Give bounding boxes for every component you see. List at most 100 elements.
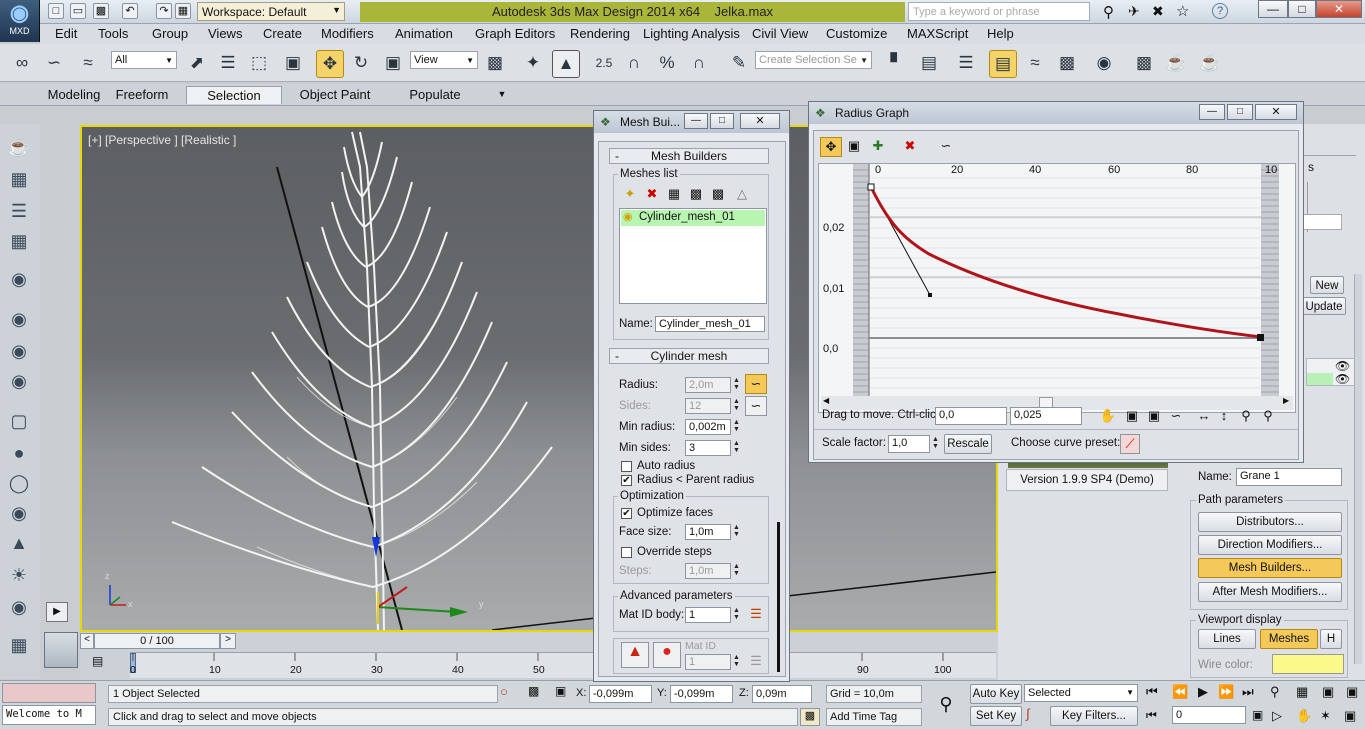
align-icon[interactable]: ▤	[915, 50, 943, 78]
cap-top-icon[interactable]: ▲	[621, 642, 649, 668]
go-to-start-icon[interactable]: ⏮	[1146, 684, 1158, 700]
spinner-snap-icon[interactable]: ∩	[685, 50, 713, 78]
min-sides-spinner[interactable]: ▲ ▼	[732, 440, 741, 456]
distributors-button[interactable]: Distributors...	[1198, 512, 1342, 532]
graph-scroll-right-icon[interactable]: ▶	[1283, 396, 1289, 405]
menu-lighting-analysis[interactable]: Lighting Analysis	[643, 26, 740, 41]
graph-area[interactable]: 0 20 40 60 80 10 0,02 0,01 0,0 ◀ ▶	[818, 163, 1296, 413]
select-and-rotate-icon[interactable]: ↻	[347, 50, 375, 78]
sound-icon[interactable]: ◉	[6, 338, 32, 364]
close-icon[interactable]: ✕	[1316, 0, 1362, 18]
menu-rendering[interactable]: Rendering	[570, 26, 630, 41]
min-radius-field[interactable]: 0,002m	[685, 419, 731, 435]
rendered-frame-window-icon[interactable]: ☕	[1162, 50, 1190, 78]
angle-snap-icon[interactable]: ∩	[620, 50, 648, 78]
redo-icon[interactable]: ↷	[156, 3, 172, 19]
key-icon[interactable]: ⚲	[928, 687, 964, 723]
point-x-field[interactable]: 0,0	[935, 407, 1007, 425]
menu-help[interactable]: Help	[987, 26, 1014, 41]
meshes-button[interactable]: Meshes	[1260, 629, 1318, 649]
zoom-horizontal-extents-icon[interactable]: ▣	[1144, 407, 1164, 425]
unlink-icon[interactable]: ∽	[40, 50, 68, 78]
wire-color-swatch[interactable]	[1272, 654, 1344, 674]
zoom-icon[interactable]: ⚲	[1270, 684, 1280, 700]
tab-selection[interactable]: Selection	[186, 86, 282, 104]
torus-icon[interactable]: ◯	[6, 470, 32, 496]
sphere-icon[interactable]: ●	[6, 440, 32, 466]
sides-field[interactable]: 12	[685, 398, 731, 414]
optimize-faces-checkbox[interactable]: ✔	[621, 508, 632, 519]
delete-mesh-icon[interactable]: ✖	[643, 185, 661, 203]
steps-field[interactable]: 1,0m	[685, 563, 731, 579]
zoom-extents-all-icon[interactable]: ▣	[1346, 684, 1358, 700]
dialog-minimize-icon[interactable]: —	[684, 113, 708, 129]
tab-s[interactable]: s	[1308, 160, 1314, 174]
radius-curve-svg[interactable]	[819, 164, 1295, 412]
zoom-all-icon[interactable]: ▦	[1296, 684, 1308, 700]
menu-customize[interactable]: Customize	[826, 26, 887, 41]
window-crossing-icon[interactable]: ▣	[279, 50, 307, 78]
keyboard-shortcut-override-icon[interactable]: ▲	[552, 50, 580, 78]
mat-id-list-icon[interactable]: ☰	[747, 652, 765, 670]
track-bar[interactable]: 0 10 20 30 40 50 60 70 80 90 100	[130, 652, 996, 678]
communication-icon[interactable]: ✈	[1128, 3, 1140, 20]
curve-start-point[interactable]	[867, 183, 875, 191]
viewport-thumbnail[interactable]	[44, 632, 78, 668]
material-editor-icon[interactable]: ◉	[1090, 50, 1118, 78]
key-mode-dropdown[interactable]: Selected ▼	[1024, 684, 1138, 702]
field-of-view-icon[interactable]: ▷	[1272, 708, 1282, 724]
zoom-extents-icon[interactable]: ▣	[1322, 684, 1334, 700]
graph-maximize-icon[interactable]: □	[1227, 104, 1253, 120]
move-gizmo-y[interactable]	[377, 606, 458, 613]
maximize-icon[interactable]: □	[1288, 0, 1316, 18]
command-panel-scrollbar[interactable]	[1354, 274, 1362, 664]
time-slider[interactable]: 0 / 100	[94, 633, 220, 649]
mesh-builders-button[interactable]: Mesh Builders...	[1198, 558, 1342, 578]
dialog-close-icon[interactable]: ✕	[740, 113, 780, 129]
copy-mesh-icon[interactable]: ▦	[665, 185, 683, 203]
table-icon[interactable]: ▦	[6, 228, 32, 254]
update-button[interactable]: Update	[1302, 297, 1346, 315]
zoom-horizontal-icon[interactable]: ↔	[1194, 407, 1214, 425]
menu-group[interactable]: Group	[152, 26, 188, 41]
direction-modifiers-button[interactable]: Direction Modifiers...	[1198, 535, 1342, 555]
curve-tangent-icon[interactable]: ∽	[936, 137, 956, 155]
disc-icon[interactable]: ◉	[6, 594, 32, 620]
new-mesh-icon[interactable]: ✦	[621, 185, 639, 203]
after-mesh-modifiers-button[interactable]: After Mesh Modifiers...	[1198, 582, 1342, 602]
select-and-scale-icon[interactable]: ▣	[379, 50, 407, 78]
help-icon[interactable]: ?	[1212, 3, 1228, 19]
open-file-icon[interactable]: ▭	[70, 3, 86, 19]
pivot-center-icon[interactable]: ▩	[481, 50, 509, 78]
cylinder-mesh-rollout[interactable]: - Cylinder mesh	[609, 348, 769, 364]
radius-parent-checkbox[interactable]: ✔	[621, 475, 632, 486]
menu-create[interactable]: Create	[263, 26, 302, 41]
menu-civil-view[interactable]: Civil View	[752, 26, 808, 41]
time-configuration-icon[interactable]: ▣	[1252, 708, 1263, 722]
menu-modifiers[interactable]: Modifiers	[321, 26, 374, 41]
snaps-toggle-icon[interactable]: 2.5	[590, 50, 618, 78]
pan-view-icon[interactable]: ✋	[1296, 708, 1312, 724]
list-icon[interactable]: ☰	[6, 198, 32, 224]
select-object-icon[interactable]: ⬈	[183, 50, 211, 78]
camera-icon[interactable]: ◉	[6, 306, 32, 332]
menu-tools[interactable]: Tools	[98, 26, 128, 41]
lines-button[interactable]: Lines	[1198, 629, 1256, 649]
mirror-icon[interactable]: ▘	[883, 50, 911, 78]
time-next-button[interactable]: >	[220, 633, 236, 649]
maxscript-mini-listener-top[interactable]	[2, 683, 96, 703]
scale-points-icon[interactable]: ▣	[844, 137, 864, 155]
exchange-icon[interactable]: ✖	[1152, 3, 1164, 20]
pan-icon[interactable]: ✋	[1098, 407, 1118, 425]
schematic-view-icon[interactable]: ▩	[1053, 50, 1081, 78]
mat-id-field[interactable]: 1	[685, 654, 731, 670]
menu-graph-editors[interactable]: Graph Editors	[475, 26, 555, 41]
mini-curve-editor-icon[interactable]: ▤	[92, 654, 112, 670]
list-item[interactable]: ◉ Cylinder_mesh_01	[621, 210, 765, 226]
radius-field[interactable]: 2,0m	[685, 377, 731, 393]
percent-snap-icon[interactable]: %	[653, 50, 681, 78]
project-folder-icon[interactable]: ▦	[175, 3, 191, 19]
dialog-maximize-icon[interactable]: □	[710, 113, 734, 129]
zoom-extents-graph-icon[interactable]: ▣	[1122, 407, 1142, 425]
auto-key-button[interactable]: Auto Key	[970, 684, 1022, 704]
